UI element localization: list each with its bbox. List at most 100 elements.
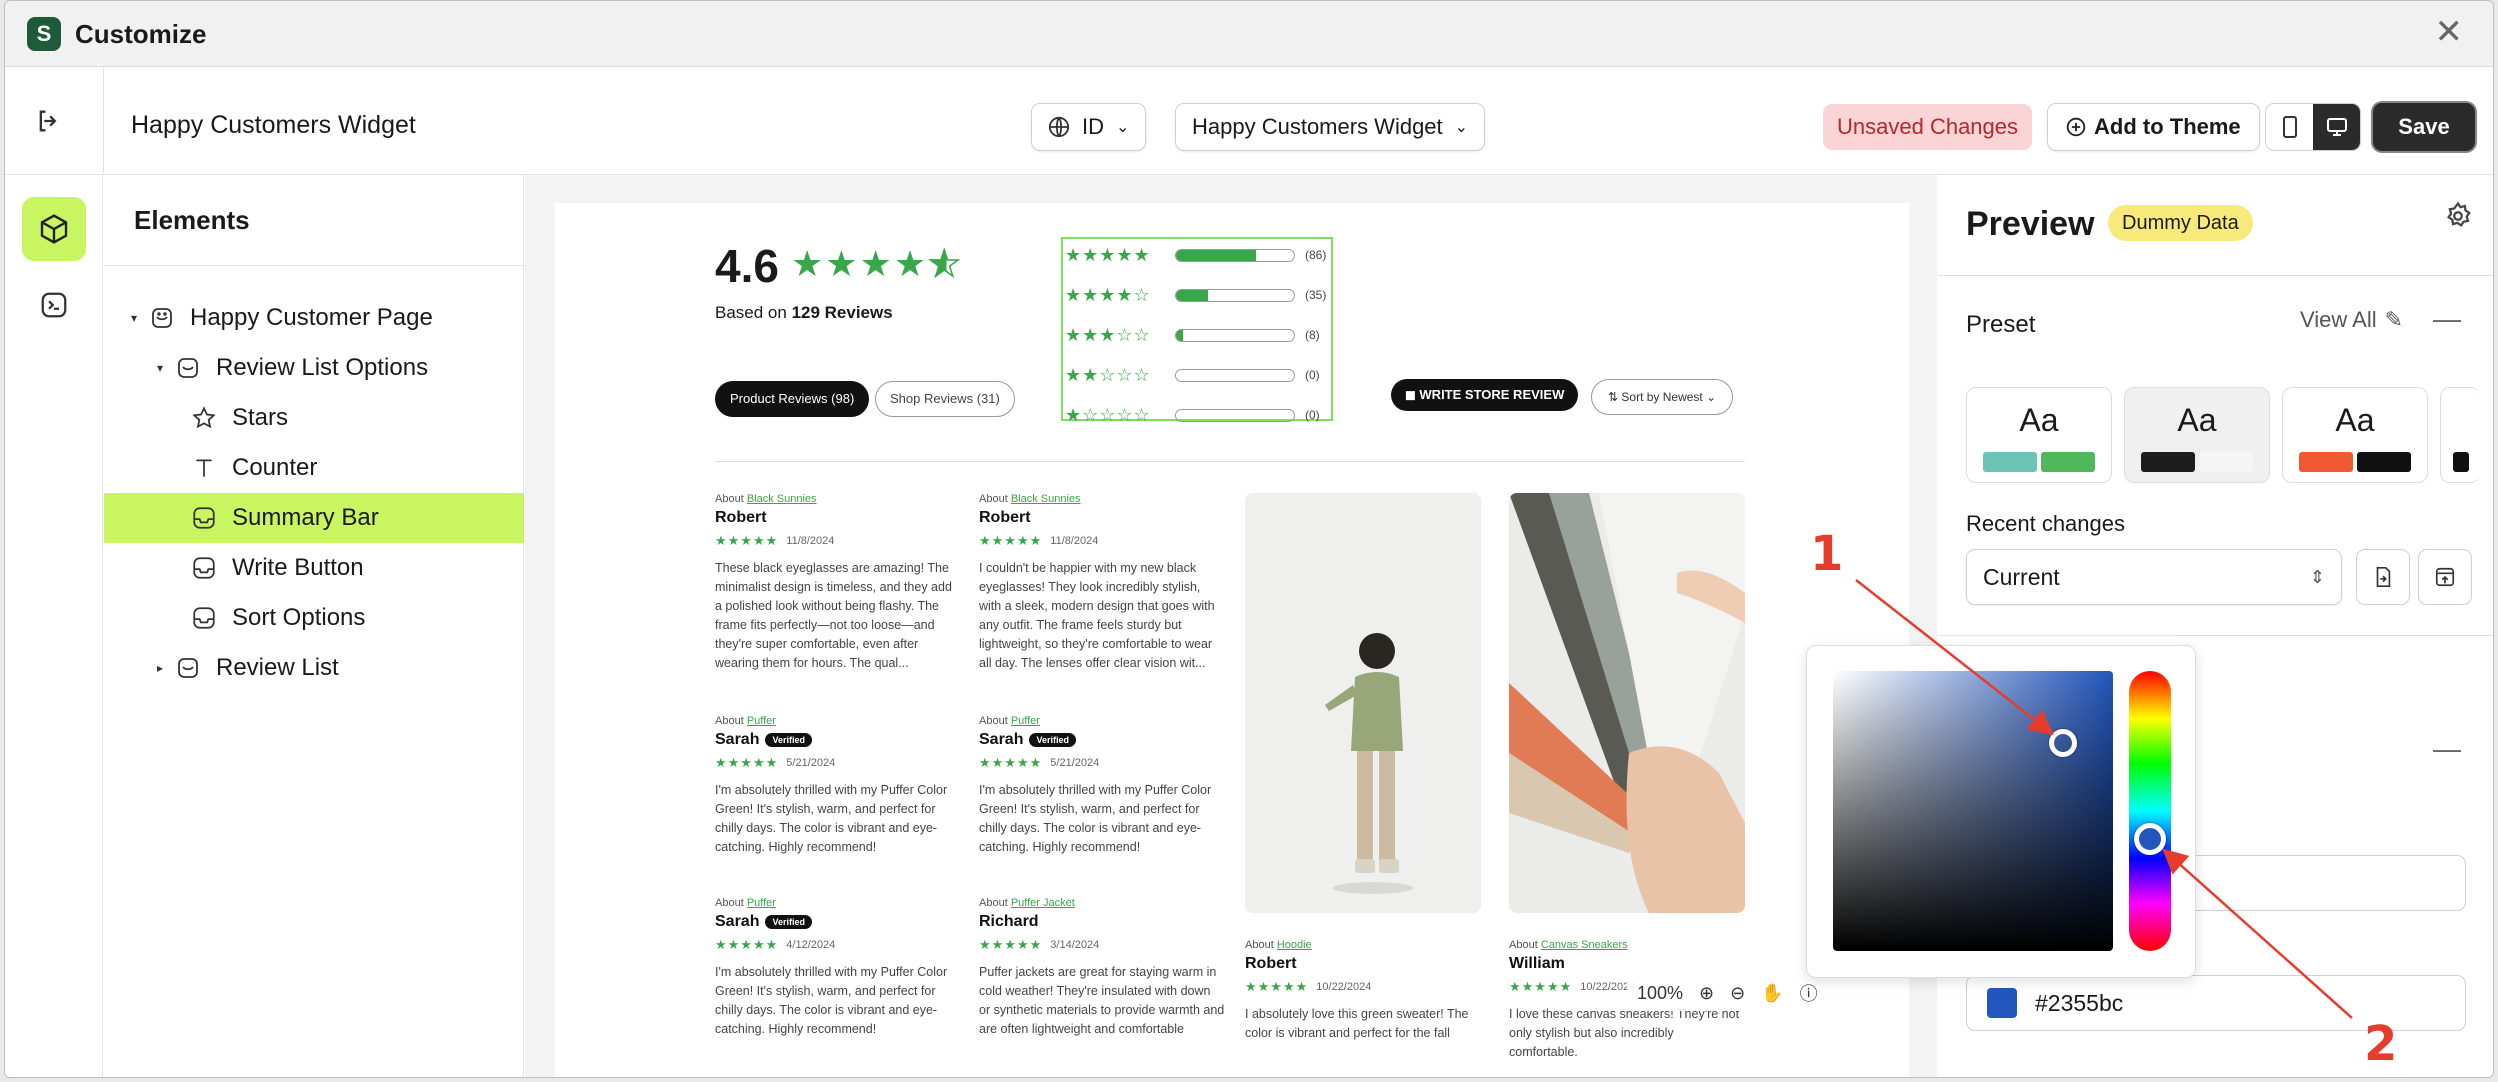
verified-badge: Verified: [765, 733, 812, 747]
star-outline-icon: [190, 404, 218, 432]
hue-slider[interactable]: [2129, 671, 2171, 951]
tab-product-reviews[interactable]: Product Reviews (98): [715, 381, 870, 417]
divider: [1938, 635, 2493, 636]
title-bar: S Customize ✕: [5, 1, 2493, 67]
product-link[interactable]: Hoodie: [1277, 939, 1312, 951]
hue-handle[interactable]: [2134, 823, 2166, 855]
summary-row: ★★★★☆ (35): [1065, 284, 1327, 305]
review-photo[interactable]: [1509, 493, 1745, 913]
preset-card[interactable]: [2440, 387, 2480, 483]
text-icon: [190, 454, 218, 482]
help-icon[interactable]: ⓘ: [1800, 980, 1818, 1006]
tree-item-write-button[interactable]: Write Button: [104, 543, 524, 593]
verified-badge: Verified: [765, 915, 812, 929]
review-card: About Puffer Jacket Richard ★★★★★ 3/14/20…: [979, 897, 1225, 1036]
recent-changes-select[interactable]: Current ⇕: [1966, 549, 2342, 605]
widget-icon: [174, 654, 202, 682]
panel-title: Preview: [1966, 205, 2095, 243]
recent-changes-label: Recent changes: [1966, 511, 2125, 536]
toolbar: Happy Customers Widget ID ⌄ Happy Custom…: [5, 67, 2493, 175]
edit-icon: ✎: [2384, 307, 2404, 332]
elements-title: Elements: [134, 205, 250, 235]
mobile-view-button[interactable]: [2266, 104, 2313, 150]
tree-item-label: Summary Bar: [232, 504, 379, 531]
sort-select[interactable]: ⇅ Sort by Newest ⌄: [1591, 379, 1734, 415]
tree-item-stars[interactable]: Stars: [104, 393, 524, 443]
tree-item-happy-customer-page[interactable]: ▾ Happy Customer Page: [104, 293, 524, 343]
upload-icon: [2435, 567, 2455, 587]
preset-swatch: [2041, 452, 2095, 472]
widget-select-label: Happy Customers Widget: [1192, 114, 1443, 139]
preset-swatch: [1983, 452, 2037, 472]
elements-tab[interactable]: [22, 197, 86, 261]
product-link[interactable]: Puffer: [1011, 715, 1040, 727]
divider: [1938, 275, 2493, 276]
zoom-out-icon[interactable]: ⊖: [1730, 983, 1745, 1004]
preset-swatch: [2453, 452, 2469, 472]
collapse-icon[interactable]: —: [2433, 305, 2461, 333]
preset-card[interactable]: Aa: [2124, 387, 2270, 483]
desktop-icon: [2326, 118, 2347, 136]
product-link[interactable]: Canvas Sneakers: [1541, 939, 1628, 951]
caret-down-icon[interactable]: ▾: [126, 311, 142, 325]
tree-item-label: Stars: [232, 404, 289, 431]
summary-bar[interactable]: ★★★★★ (86) ★★★★☆ (35) ★★★☆☆ (8) ★★☆☆☆ (0) ★☆…: [1061, 237, 1333, 425]
export-button[interactable]: [2418, 549, 2472, 605]
block-icon: [190, 554, 218, 582]
product-link[interactable]: Puffer: [747, 715, 776, 727]
hand-icon[interactable]: ✋: [1761, 983, 1783, 1004]
collapse-icon[interactable]: —: [2433, 735, 2461, 763]
widget-name: Happy Customers Widget: [131, 111, 416, 139]
tree-item-sort-options[interactable]: Sort Options: [104, 593, 524, 643]
close-icon[interactable]: ✕: [2435, 15, 2464, 49]
product-link[interactable]: Black Sunnies: [1011, 493, 1081, 505]
zoom-in-icon[interactable]: ⊕: [1699, 983, 1714, 1004]
saturation-handle[interactable]: [2049, 729, 2077, 757]
add-to-theme-button[interactable]: Add to Theme: [2047, 103, 2260, 151]
review-card: About Hoodie Robert ★★★★★ 10/22/2024 I ab…: [1245, 939, 1469, 1040]
review-photo[interactable]: [1245, 493, 1481, 913]
saturation-value-area[interactable]: [1833, 671, 2113, 951]
rating-stars: ★★★★★: [791, 242, 963, 285]
desktop-view-button[interactable]: [2313, 104, 2360, 150]
color-chip[interactable]: [1987, 988, 2017, 1018]
tree-item-review-list[interactable]: ▸ Review List: [104, 643, 524, 693]
save-button[interactable]: Save: [2373, 103, 2475, 151]
widget-icon: [148, 304, 176, 332]
caret-down-icon[interactable]: ▾: [152, 361, 168, 375]
window-title: Customize: [75, 19, 207, 49]
preset-swatch: [2141, 452, 2195, 472]
review-card: About Puffer Sarah Verified ★★★★★ 5/21/202…: [715, 715, 948, 854]
review-card: About Black Sunnies Robert ★★★★★ 11/8/202…: [979, 493, 1215, 670]
block-icon: [190, 504, 218, 532]
mobile-icon: [2282, 116, 2297, 138]
exit-icon[interactable]: [35, 107, 63, 135]
gear-icon[interactable]: [2443, 201, 2473, 231]
caret-right-icon[interactable]: ▸: [152, 661, 168, 675]
tree-item-review-list-options[interactable]: ▾ Review List Options: [104, 343, 524, 393]
product-link[interactable]: Puffer: [747, 897, 776, 909]
widget-select[interactable]: Happy Customers Widget ⌄: [1175, 103, 1486, 151]
tree-item-counter[interactable]: Counter: [104, 443, 524, 493]
divider: [104, 265, 524, 266]
product-link[interactable]: Black Sunnies: [747, 493, 817, 505]
divider: [715, 461, 1745, 462]
callout-2: 2: [2364, 1016, 2398, 1072]
write-review-button[interactable]: ◼ WRITE STORE REVIEW: [1391, 379, 1579, 411]
import-button[interactable]: [2356, 549, 2410, 605]
tree-item-label: Happy Customer Page: [190, 304, 433, 331]
chevron-down-icon: ⌄: [1454, 119, 1469, 136]
code-tab[interactable]: [22, 273, 86, 337]
preset-card[interactable]: Aa: [1966, 387, 2112, 483]
product-link[interactable]: Puffer Jacket: [1011, 897, 1075, 909]
preset-card[interactable]: Aa: [2282, 387, 2428, 483]
globe-icon: [1048, 116, 1070, 138]
tab-shop-reviews[interactable]: Shop Reviews (31): [875, 381, 1015, 417]
preset-label: Preset: [1966, 311, 2036, 338]
view-all-link[interactable]: View All ✎: [2300, 307, 2403, 333]
tree-item-label: Write Button: [232, 554, 364, 581]
language-select[interactable]: ID ⌄: [1031, 103, 1147, 151]
tree-item-summary-bar[interactable]: Summary Bar: [104, 493, 524, 543]
preset-swatch: [2199, 452, 2253, 472]
widget-preview[interactable]: 4.6 ★★★★★ Based on 129 Reviews ★★★★★ (86)…: [555, 203, 1909, 1077]
